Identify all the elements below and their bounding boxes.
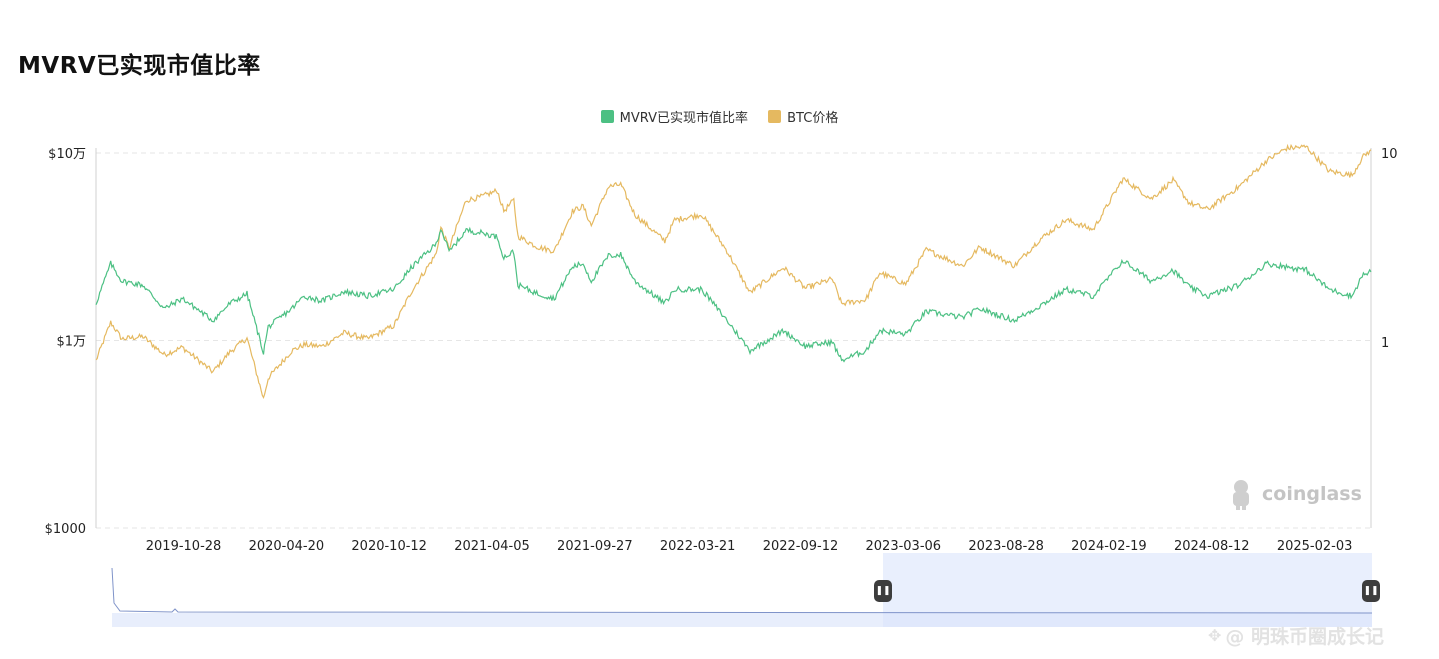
slider-handle-left[interactable]: ❚❚ [874,580,892,602]
footer-logo-icon: ✥ [1208,626,1222,645]
coinglass-watermark: coinglass [1228,478,1362,510]
x-tick-label: 2020-10-12 [351,539,427,554]
x-tick-label: 2020-04-20 [249,539,325,554]
y-right-tick-label: 1 [1381,336,1389,351]
coinglass-logo-icon [1233,480,1249,510]
x-tick-label: 2024-02-19 [1071,539,1147,554]
zoom-slider[interactable]: ❚❚ ❚❚ [112,553,1380,627]
y-left-tick-label: $10万 [48,147,86,162]
y-right-tick-label: 10 [1381,147,1398,162]
x-tick-label: 2022-09-12 [763,539,839,554]
footer-text: @ 明珠币圈成长记 [1225,626,1385,648]
y-left-tick-label: $1万 [56,335,86,350]
x-tick-label: 2024-08-12 [1174,539,1250,554]
x-tick-label: 2025-02-03 [1277,539,1353,554]
mvrv-line [95,226,1372,363]
footer-watermark: ✥ @ 明珠币圈成长记 [1208,622,1384,649]
x-tick-label: 2021-09-27 [557,539,633,554]
x-tick-label: 2023-03-06 [866,539,942,554]
slider-handle-right[interactable]: ❚❚ [1362,580,1380,602]
btc-price-line [95,143,1372,399]
watermark-text: coinglass [1262,483,1362,505]
x-tick-label: 2023-08-28 [968,539,1044,554]
x-tick-label: 2022-03-21 [660,539,736,554]
x-tick-label: 2021-04-05 [454,539,530,554]
y-left-tick-label: $1000 [45,522,86,537]
x-tick-label: 2019-10-28 [146,539,222,554]
